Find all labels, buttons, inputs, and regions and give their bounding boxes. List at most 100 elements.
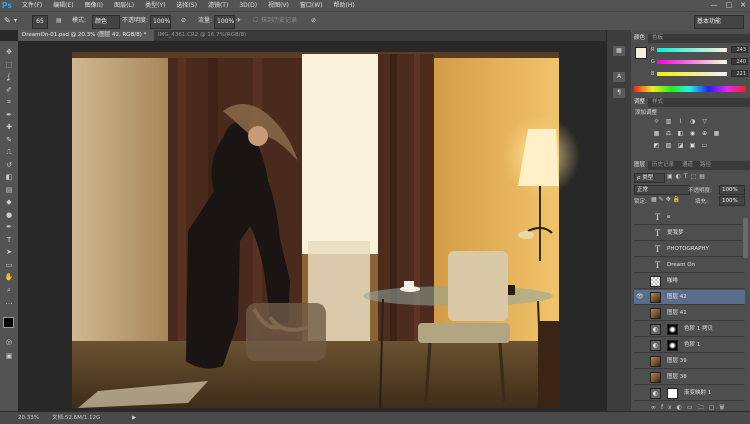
channel-value-g[interactable]: 240 [731, 58, 748, 65]
fill-input[interactable]: 100% [719, 196, 745, 206]
eyedropper-tool-icon[interactable]: ✒ [3, 110, 15, 121]
layer-row[interactable]: Te [634, 210, 745, 225]
tab-color[interactable]: 颜色 [631, 34, 649, 43]
visibility-eye-icon[interactable] [636, 374, 642, 380]
healing-brush-icon[interactable]: ✚ [3, 122, 15, 133]
layer-row[interactable]: 👁 图层 42 [634, 290, 745, 305]
layer-mask-thumbnail[interactable] [667, 388, 678, 399]
hue-sat-icon[interactable]: ▦ [653, 130, 660, 137]
menu-item-7[interactable]: 3D(D) [239, 0, 257, 11]
pen-tool-icon[interactable]: ✒ [3, 222, 15, 233]
eraser-tool-icon[interactable]: ✎ [4, 15, 11, 27]
quick-mask-icon[interactable]: ◎ [3, 337, 15, 348]
layer-row[interactable]: T PHOTOGRAPHY [634, 242, 745, 257]
tab-paths[interactable]: 路径 [697, 161, 714, 170]
extras-icon[interactable]: … [3, 297, 15, 308]
zoom-tool-icon[interactable]: ⌕ [3, 285, 15, 296]
zoom-readout[interactable]: 20.33% [18, 412, 39, 424]
clone-stamp-icon[interactable]: ⎍ [3, 147, 15, 158]
color-balance-icon[interactable]: ⚖ [665, 130, 672, 137]
visibility-eye-icon[interactable] [636, 342, 642, 348]
menu-item-2[interactable]: 图像(I) [85, 0, 103, 11]
layer-filter-select[interactable]: ρ 类型 [634, 173, 665, 183]
menu-item-1[interactable]: 编辑(E) [53, 0, 73, 11]
channel-value-b[interactable]: 221 [731, 70, 748, 77]
paragraph-icon[interactable]: ¶ [613, 88, 625, 98]
color-lookup-icon[interactable]: ▦ [713, 130, 720, 137]
vibrance-icon[interactable]: ▽ [701, 118, 708, 125]
gradient-map-icon[interactable]: ▭ [701, 142, 708, 149]
workspace-select[interactable]: 基本功能 [694, 15, 744, 29]
invert-icon[interactable]: ◩ [653, 142, 660, 149]
history-checkbox[interactable]: ☐ [253, 15, 258, 27]
canvas-area[interactable] [18, 41, 606, 411]
channel-slider-b[interactable] [657, 72, 727, 76]
menu-item-10[interactable]: 帮助(H) [334, 0, 355, 11]
tool-preset-dropdown[interactable]: ▾ [14, 15, 17, 27]
visibility-eye-icon[interactable] [636, 246, 642, 252]
photo-filter-icon[interactable]: ◉ [689, 130, 696, 137]
selective-color-icon[interactable]: ▣ [689, 142, 696, 149]
layers-scrollbar[interactable] [743, 218, 748, 258]
close-button[interactable]: ✕ [740, 0, 746, 11]
layer-row[interactable]: ◐ 渐变映射 1 [634, 386, 745, 401]
channel-mixer-icon[interactable]: ⊕ [701, 130, 708, 137]
layer-row[interactable]: 咖啡 [634, 274, 745, 289]
channel-slider-g[interactable] [657, 60, 727, 64]
tab-styles[interactable]: 样式 [649, 98, 666, 107]
history-icon[interactable]: ▦ [613, 46, 625, 56]
path-select-icon[interactable]: ➤ [3, 247, 15, 258]
brightness-icon[interactable]: ☼ [653, 118, 660, 125]
blur-tool-icon[interactable]: ◆ [3, 197, 15, 208]
channel-slider-r[interactable] [657, 48, 727, 52]
status-menu-arrow[interactable]: ▶ [132, 412, 136, 424]
menu-item-5[interactable]: 选择(S) [176, 0, 197, 11]
visibility-eye-icon[interactable] [636, 358, 642, 364]
character-icon[interactable]: A [613, 72, 625, 82]
visibility-eye-icon[interactable] [636, 310, 642, 316]
menu-item-0[interactable]: 文件(F) [22, 0, 42, 11]
lock-icons[interactable]: ▦✎✥🔒 [651, 196, 682, 203]
blend-mode-select[interactable]: 正常 [634, 185, 690, 195]
pressure-size-icon[interactable]: ⊘ [311, 15, 316, 27]
eraser-tool-icon[interactable]: ◧ [3, 172, 15, 183]
channel-value-r[interactable]: 243 [731, 46, 748, 53]
visibility-eye-icon[interactable] [636, 214, 642, 220]
tab-history[interactable]: 历史记录 [649, 161, 677, 170]
black-white-icon[interactable]: ◧ [677, 130, 684, 137]
brush-size-picker[interactable]: 65 [32, 15, 48, 29]
foreground-color-swatch[interactable] [635, 47, 647, 59]
curves-icon[interactable]: ⌇ [677, 118, 684, 125]
flow-input[interactable]: 100% [214, 15, 235, 29]
pressure-opacity-icon[interactable]: ⊘ [181, 15, 186, 27]
menu-item-3[interactable]: 图层(L) [114, 0, 134, 11]
visibility-eye-icon[interactable]: 👁 [636, 294, 644, 300]
airbrush-icon[interactable]: ✈ [236, 15, 241, 27]
layer-row[interactable]: T 爱我梦 [634, 226, 745, 241]
tab-dreamon[interactable]: DreamOn-01.psd @ 20.3% (图层 42, RGB/8) * [18, 30, 154, 41]
opacity-input[interactable]: 100% [150, 15, 171, 29]
color-spectrum-bar[interactable] [634, 86, 746, 92]
menu-item-9[interactable]: 窗口(W) [300, 0, 323, 11]
hand-tool-icon[interactable]: ✋ [3, 272, 15, 283]
maximize-button[interactable]: □ [726, 0, 733, 11]
tab-swatches[interactable]: 色板 [649, 34, 666, 43]
threshold-icon[interactable]: ◪ [677, 142, 684, 149]
layer-row[interactable]: 图层 41 [634, 306, 745, 321]
layer-mask-thumbnail[interactable] [667, 324, 678, 335]
layer-opacity-input[interactable]: 100% [719, 185, 745, 195]
visibility-eye-icon[interactable] [636, 390, 642, 396]
quick-select-tool-icon[interactable]: ✐ [3, 85, 15, 96]
levels-icon[interactable]: ▥ [665, 118, 672, 125]
visibility-eye-icon[interactable] [636, 230, 642, 236]
layer-filter-icons[interactable]: ▣◐T⬚▤ [667, 173, 708, 180]
lasso-tool-icon[interactable]: ʆ [3, 72, 15, 83]
shape-tool-icon[interactable]: ▭ [3, 260, 15, 271]
menu-item-8[interactable]: 视图(V) [268, 0, 289, 11]
visibility-eye-icon[interactable] [636, 326, 642, 332]
crop-tool-icon[interactable]: ⌗ [3, 97, 15, 108]
posterize-icon[interactable]: ▨ [665, 142, 672, 149]
mode-select[interactable]: 颜色 [92, 15, 120, 29]
layer-row[interactable]: ◐ 色阶 1 [634, 338, 745, 353]
history-brush-icon[interactable]: ↺ [3, 160, 15, 171]
